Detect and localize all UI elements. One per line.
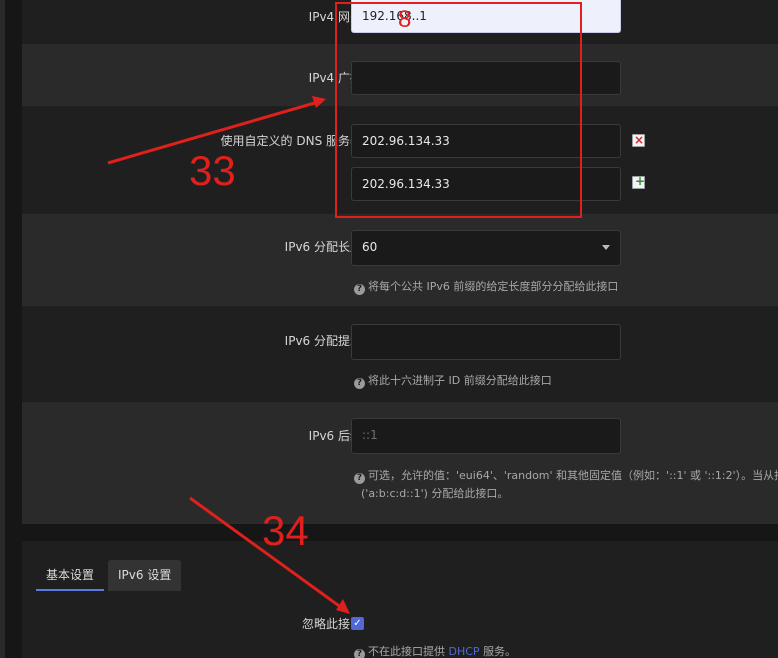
add-dns-icon[interactable]: + [632, 174, 645, 189]
ipv6-assign-length-select[interactable]: 60 [351, 230, 621, 266]
row-ipv6-suffix: IPv6 后缀 ::1 ? 可选，允许的值：'eui64'、'random' 和其… [22, 402, 778, 523]
ignore-interface-checkbox[interactable]: ✓ [351, 617, 364, 630]
checkmark-icon: ✓ [353, 618, 362, 629]
ipv6-assign-hint-help-text: 将此十六进制子 ID 前缀分配给此接口 [368, 374, 552, 387]
annotation-number-33: 33 [189, 147, 236, 194]
row-ipv4-broadcast: IPv4 广播 [22, 44, 778, 106]
ipv6-suffix-help-line1: 可选，允许的值：'eui64'、'random' 和其他固定值（例如：'::1'… [368, 469, 778, 482]
help-icon: ? [354, 473, 365, 484]
ipv6-suffix-input[interactable]: ::1 [351, 418, 621, 454]
ipv6-assign-length-value: 60 [362, 240, 378, 254]
ipv6-assign-hint-input[interactable] [351, 324, 621, 360]
chevron-down-icon [602, 245, 610, 250]
dns-server-input-2[interactable]: 202.96.134.33 [351, 167, 621, 201]
ipv6-assign-hint-help: ? 将此十六进制子 ID 前缀分配给此接口 [354, 372, 552, 389]
ipv4-broadcast-input[interactable] [351, 61, 621, 95]
ignore-interface-help-prefix: 不在此接口提供 [368, 645, 445, 658]
row-ipv6-assign-hint: IPv6 分配提示 ? 将此十六进制子 ID 前缀分配给此接口 [22, 306, 778, 402]
ignore-interface-help-suffix: 服务。 [483, 645, 517, 658]
row-ipv6-assign-length: IPv6 分配长度 60 ? 将每个公共 IPv6 前缀的给定长度部分分配给此接口 [22, 214, 778, 306]
page: IPv4 网关 192.168.​.1 IPv4 广播 使用自定义的 DNS 服… [0, 0, 778, 658]
ipv6-suffix-help: ? 可选，允许的值：'eui64'、'random' 和其他固定值（例如：'::1… [354, 467, 778, 484]
dhcp-link[interactable]: DHCP [449, 645, 480, 658]
dhcp-server-panel: 基本设置 IPv6 设置 忽略此接口 ✓ ? 不在此接口提供 DHCP 服务。 [22, 541, 778, 658]
left-scroll-strip [0, 0, 5, 658]
ipv6-suffix-help-line2: ('a:b:c:d::1') 分配给此接口。 [361, 487, 509, 500]
general-settings-panel: IPv4 网关 192.168.​.1 IPv4 广播 使用自定义的 DNS 服… [22, 0, 778, 524]
ipv4-gateway-input[interactable]: 192.168.​.1 [351, 0, 621, 33]
remove-dns-icon[interactable]: × [632, 133, 645, 147]
tab-basic-settings[interactable]: 基本设置 [36, 560, 105, 591]
ipv6-assign-length-help-text: 将每个公共 IPv6 前缀的给定长度部分分配给此接口 [368, 280, 619, 293]
ignore-interface-help: ? 不在此接口提供 DHCP 服务。 [354, 643, 516, 658]
help-icon: ? [354, 378, 365, 389]
annotation-number-8: 8 [398, 6, 412, 33]
custom-dns-label: 使用自定义的 DNS 服务器 [220, 134, 362, 148]
help-icon: ? [354, 649, 365, 658]
help-icon: ? [354, 284, 365, 295]
tab-ipv6-settings[interactable]: IPv6 设置 [108, 560, 182, 591]
ipv6-assign-length-help: ? 将每个公共 IPv6 前缀的给定长度部分分配给此接口 [354, 278, 618, 295]
row-custom-dns: 使用自定义的 DNS 服务器 202.96.134.33 × 202.96.13… [22, 106, 778, 214]
dns-server-input-1[interactable]: 202.96.134.33 [351, 124, 621, 158]
annotation-number-34: 34 [262, 507, 309, 554]
